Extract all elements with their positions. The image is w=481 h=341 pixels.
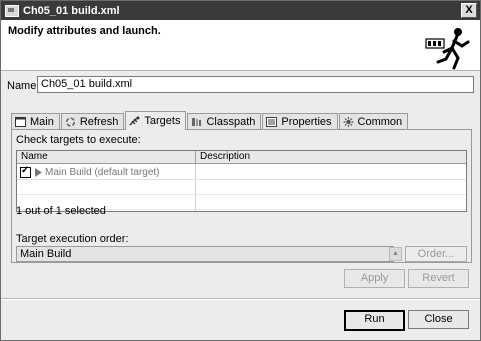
run-button[interactable]: Run [344,310,405,331]
main-icon [15,117,26,127]
refresh-icon [65,117,75,127]
column-header-description[interactable]: Description [196,151,450,163]
target-icon [35,167,42,177]
ant-runner-icon [425,28,470,70]
tab-label: Refresh [79,116,119,128]
title-bar: Ch05_01 build.xml X [1,1,480,20]
targets-table[interactable]: Name Description Main Build (default tar… [16,150,467,212]
properties-icon [266,117,278,127]
execution-order-field: Main Build [16,246,394,262]
targets-panel: Check targets to execute: Name Descripti… [11,129,472,263]
tab-label: Targets [144,115,181,127]
dialog-banner: Modify attributes and launch. [1,20,480,71]
tab-label: Properties [281,116,332,128]
execution-order-label: Target execution order: [16,233,129,245]
order-button[interactable]: Order... [405,246,467,262]
window-icon [5,4,19,17]
common-icon [343,117,354,127]
tab-label: Main [30,116,54,128]
tab-classpath[interactable]: Classpath [187,113,262,130]
table-row[interactable]: Main Build (default target) [17,165,466,180]
check-targets-label: Check targets to execute: [16,134,141,146]
window-title: Ch05_01 build.xml [23,4,120,17]
banner-heading: Modify attributes and launch. [8,25,161,37]
name-input[interactable]: Ch05_01 build.xml [37,76,474,93]
close-window-button[interactable]: X [461,3,477,18]
revert-button[interactable]: Revert [408,269,469,288]
close-button[interactable]: Close [408,310,469,329]
name-label: Name: [7,80,40,92]
tab-bar: Main Refresh Targets Classpath Propertie… [11,111,409,130]
tab-label: Classpath [206,116,256,128]
selection-status: 1 out of 1 selected [16,205,106,217]
launch-config-dialog: Ch05_01 build.xml X Modify attributes an… [0,0,481,341]
tab-properties[interactable]: Properties [262,113,338,130]
classpath-icon [192,118,202,126]
separator-highlight [1,299,480,300]
target-name: Main Build (default target) [45,166,160,178]
tab-targets[interactable]: Targets [125,111,187,130]
tab-label: Common [357,116,403,128]
apply-button[interactable]: Apply [344,269,405,288]
scroll-up-icon[interactable]: ▲ [389,247,402,261]
table-row-empty [17,180,466,195]
targets-icon [129,116,140,126]
tab-refresh[interactable]: Refresh [60,113,125,130]
target-checkbox[interactable] [20,165,31,178]
tab-main[interactable]: Main [11,113,60,130]
table-header: Name Description [17,151,466,164]
tab-common[interactable]: Common [338,113,409,130]
column-header-name[interactable]: Name [17,151,196,163]
